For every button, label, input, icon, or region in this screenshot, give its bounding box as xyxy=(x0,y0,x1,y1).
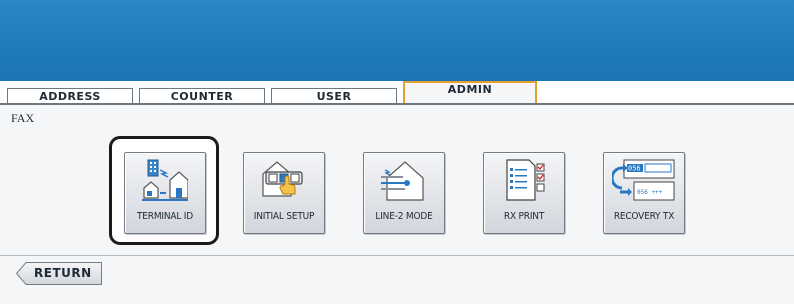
tab-address[interactable]: ADDRESS xyxy=(7,88,133,103)
tab-bar: ADDRESS COUNTER USER ADMIN xyxy=(0,81,794,105)
terminal-id-icon xyxy=(142,158,188,202)
return-label: RETURN xyxy=(34,266,92,280)
tab-user[interactable]: USER xyxy=(271,88,397,103)
line-2-mode-button[interactable]: LINE-2 MODE xyxy=(363,152,445,234)
initial-setup-label: INITIAL SETUP xyxy=(253,211,315,222)
recovery-tx-icon: 056 056 +++ xyxy=(612,158,676,202)
line-2-mode-icon xyxy=(381,158,427,202)
terminal-id-label: TERMINAL ID xyxy=(137,211,193,222)
recovery-tx-button[interactable]: 056 056 +++ RECOVERY TX xyxy=(603,152,685,234)
recovery-tx-label: RECOVERY TX xyxy=(613,211,675,222)
recovery-line1-text: 056 xyxy=(628,165,641,173)
section-label: FAX xyxy=(11,111,35,125)
recovery-line2-text: 056 +++ xyxy=(637,189,663,196)
initial-setup-button[interactable]: INITIAL SETUP xyxy=(243,152,325,234)
initial-setup-icon xyxy=(261,158,307,202)
tab-admin[interactable]: ADMIN xyxy=(403,81,537,105)
footer-divider xyxy=(0,255,794,256)
rx-print-icon xyxy=(501,158,547,202)
terminal-id-button[interactable]: TERMINAL ID xyxy=(124,152,206,234)
admin-panel: FAX TERMINAL ID INITIAL SETUP LINE-2 MOD… xyxy=(0,103,794,304)
rx-print-label: RX PRINT xyxy=(503,211,545,222)
header-band xyxy=(0,0,794,81)
rx-print-button[interactable]: RX PRINT xyxy=(483,152,565,234)
tab-counter[interactable]: COUNTER xyxy=(139,88,265,103)
return-button[interactable]: RETURN xyxy=(16,262,102,285)
line-2-mode-label: LINE-2 MODE xyxy=(375,211,433,222)
